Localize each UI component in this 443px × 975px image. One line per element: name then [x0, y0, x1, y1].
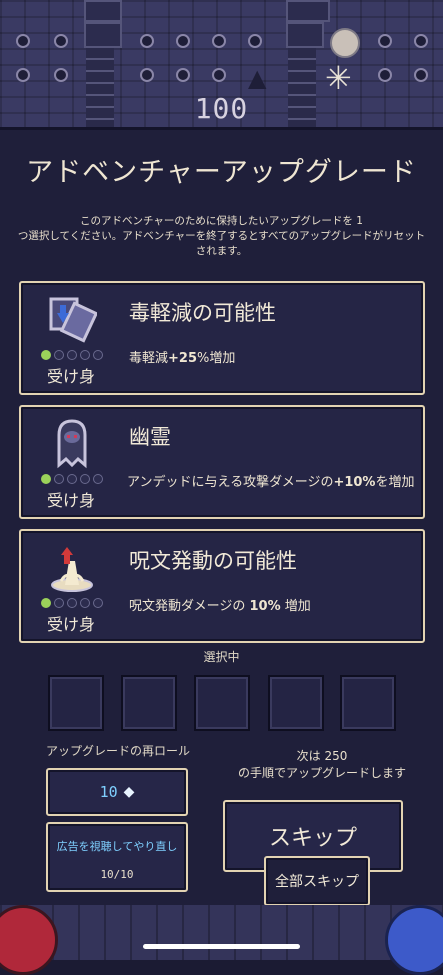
- wall-stud: [54, 34, 68, 48]
- card-title: 呪文発動の可能性: [129, 549, 297, 573]
- level-pip: [80, 350, 90, 360]
- card-type: 受け身: [47, 615, 96, 634]
- level-pip: [41, 474, 51, 484]
- wall-stud: [212, 34, 226, 48]
- selection-slot[interactable]: [340, 675, 396, 731]
- wall-stud: [378, 34, 392, 48]
- skip-all-button[interactable]: 全部スキップ: [264, 856, 370, 906]
- watch-ad-button[interactable]: 広告を視聴してやり直し 10/10: [46, 822, 188, 892]
- selection-slot[interactable]: [268, 675, 324, 731]
- wall-stud: [176, 34, 190, 48]
- reroll-cost: 10: [99, 783, 118, 801]
- upgrade-card-poison[interactable]: 毒軽減の可能性 毒軽減+25%増加 受け身: [19, 281, 425, 395]
- level-pip: [54, 350, 64, 360]
- selection-label: 選択中: [203, 650, 240, 664]
- wall-stud: [54, 68, 68, 82]
- card-effect: アンデッドに与える攻撃ダメージの+10%を増加: [127, 471, 414, 490]
- wall-block: [84, 0, 122, 22]
- level-pip: [41, 350, 51, 360]
- wall-block: [286, 0, 330, 22]
- spider-icon: ✳: [325, 59, 352, 97]
- wall-stud: [414, 68, 428, 82]
- effect-text: %増加: [197, 351, 236, 366]
- wall-stud: [140, 68, 154, 82]
- ad-remaining-count: 10/10: [100, 868, 134, 881]
- upgrade-card-ghost[interactable]: 幽霊 アンデッドに与える攻撃ダメージの+10%を増加 受け身: [19, 405, 425, 519]
- selection-slot[interactable]: [48, 675, 104, 731]
- mana-orb: [385, 905, 443, 975]
- wall-stud: [140, 34, 154, 48]
- effect-value: 10%: [249, 599, 281, 614]
- level-pip: [93, 474, 103, 484]
- level-pip: [54, 598, 64, 608]
- ghost-icon: [47, 417, 97, 469]
- step-counter: 100: [194, 92, 249, 125]
- next-upgrade-line: 次は 250: [296, 749, 348, 763]
- effect-value: +25: [168, 351, 197, 366]
- description-line: このアドベンチャーのために保持したいアップグレードを 1: [80, 215, 363, 227]
- wall-stud: [16, 68, 30, 82]
- reroll-button[interactable]: 10 ◆: [46, 768, 188, 816]
- level-pip: [41, 598, 51, 608]
- dungeon-background-bottom: [0, 905, 443, 960]
- level-pip: [67, 350, 77, 360]
- next-upgrade-info: 次は 250 の手順でアップグレードします: [220, 748, 424, 782]
- effect-text: アンデッドに与える攻撃ダメージの: [127, 475, 334, 490]
- wall-stud: [212, 68, 226, 82]
- level-pips: [41, 598, 103, 608]
- level-pip: [54, 474, 64, 484]
- wall-block: [84, 22, 122, 48]
- wall-stud: [248, 34, 262, 48]
- wall-block: [286, 22, 324, 48]
- home-indicator[interactable]: [143, 944, 300, 949]
- selection-slot[interactable]: [121, 675, 177, 731]
- effect-text: 増加: [280, 599, 311, 614]
- gem-icon: ◆: [123, 784, 135, 800]
- level-pip: [80, 474, 90, 484]
- card-effect: 呪文発動ダメージの 10% 増加: [129, 595, 311, 614]
- wall-stud: [16, 34, 30, 48]
- card-type: 受け身: [47, 367, 96, 386]
- wall-stud: [378, 68, 392, 82]
- bat-icon: ▲: [248, 64, 267, 92]
- card-title: 幽霊: [129, 425, 171, 449]
- level-pip: [67, 474, 77, 484]
- effect-value: +10%: [333, 475, 376, 490]
- watch-ad-label: 広告を視聴してやり直し: [56, 840, 178, 853]
- level-pip: [67, 598, 77, 608]
- description-line: つ選択してください。アドベンチャーを終了するとすべてのアップグレードがリセットさ…: [17, 230, 426, 257]
- next-upgrade-line: の手順でアップグレードします: [237, 766, 406, 780]
- level-pip: [80, 598, 90, 608]
- skip-all-label: 全部スキップ: [275, 874, 359, 890]
- effect-text: 毒軽減: [129, 351, 169, 366]
- bomb-icon: [330, 28, 360, 58]
- page-title: アドベンチャーアップグレード: [26, 157, 417, 188]
- level-pips: [41, 350, 103, 360]
- wall-stud: [414, 34, 428, 48]
- card-type: 受け身: [47, 491, 96, 510]
- wall-stud: [176, 68, 190, 82]
- card-effect: 毒軽減+25%増加: [129, 347, 235, 366]
- poison-shield-icon: [47, 293, 97, 345]
- selection-slot[interactable]: [194, 675, 250, 731]
- reroll-label: アップグレードの再ロール: [46, 744, 191, 758]
- effect-text: を増加: [375, 475, 415, 490]
- spell-cast-icon: [47, 541, 97, 593]
- level-pip: [93, 598, 103, 608]
- card-title: 毒軽減の可能性: [129, 301, 276, 325]
- effect-text: 呪文発動ダメージの: [129, 599, 250, 614]
- description: このアドベンチャーのために保持したいアップグレードを 1 つ選択してください。ア…: [14, 214, 429, 259]
- level-pip: [93, 350, 103, 360]
- upgrade-card-spell[interactable]: 呪文発動の可能性 呪文発動ダメージの 10% 増加 受け身: [19, 529, 425, 643]
- skip-label: スキップ: [268, 826, 357, 851]
- level-pips: [41, 474, 103, 484]
